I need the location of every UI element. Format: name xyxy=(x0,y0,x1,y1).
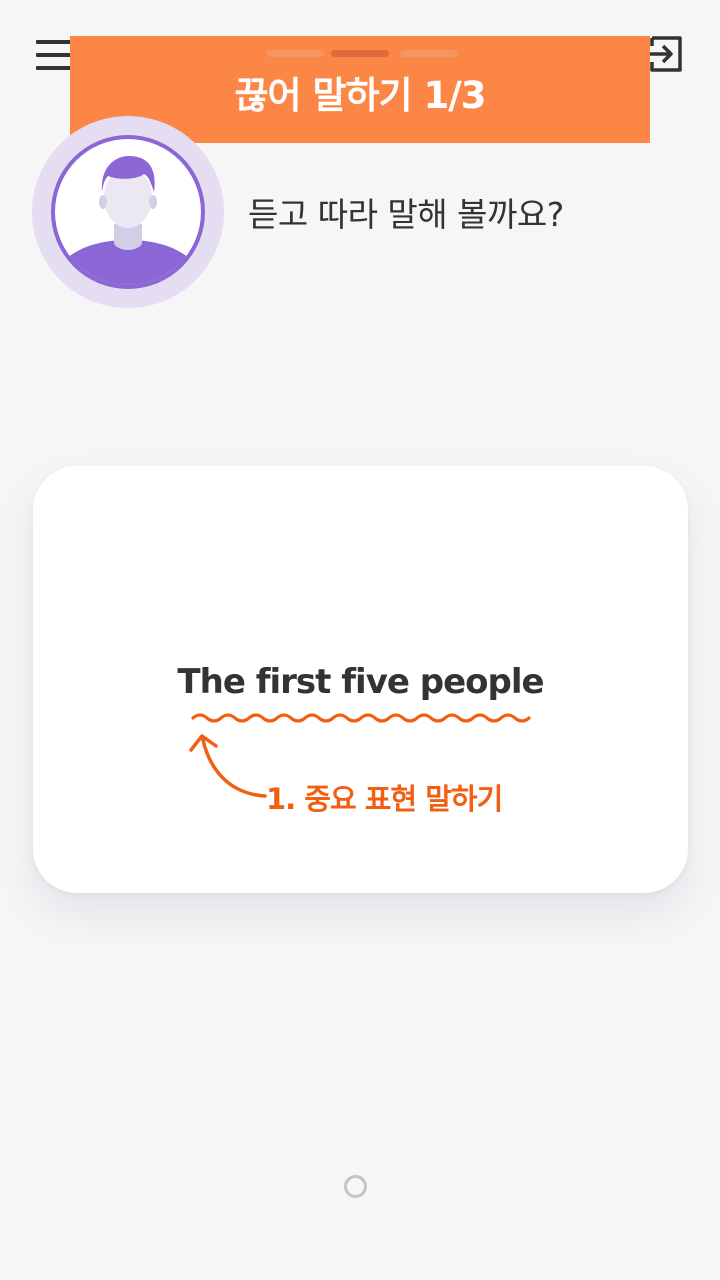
practice-card: The first five people 1. 중요 표현 말하기 xyxy=(33,466,688,893)
user-avatar-icon xyxy=(32,116,224,308)
progress-segment xyxy=(400,50,458,57)
circle-indicator-icon[interactable] xyxy=(344,1175,367,1198)
exit-icon[interactable] xyxy=(644,34,684,74)
instruction-text: 듣고 따라 말해 볼까요? xyxy=(248,195,564,234)
hamburger-menu-icon[interactable] xyxy=(36,38,74,72)
practice-sentence: The first five people xyxy=(177,662,544,702)
key-expression-label: 1. 중요 표현 말하기 xyxy=(266,782,503,816)
lesson-title: 끊어 말하기 1/3 xyxy=(234,74,487,117)
progress-segment xyxy=(266,50,324,57)
progress-segment-active xyxy=(331,50,389,57)
wavy-underline-icon xyxy=(191,713,531,723)
